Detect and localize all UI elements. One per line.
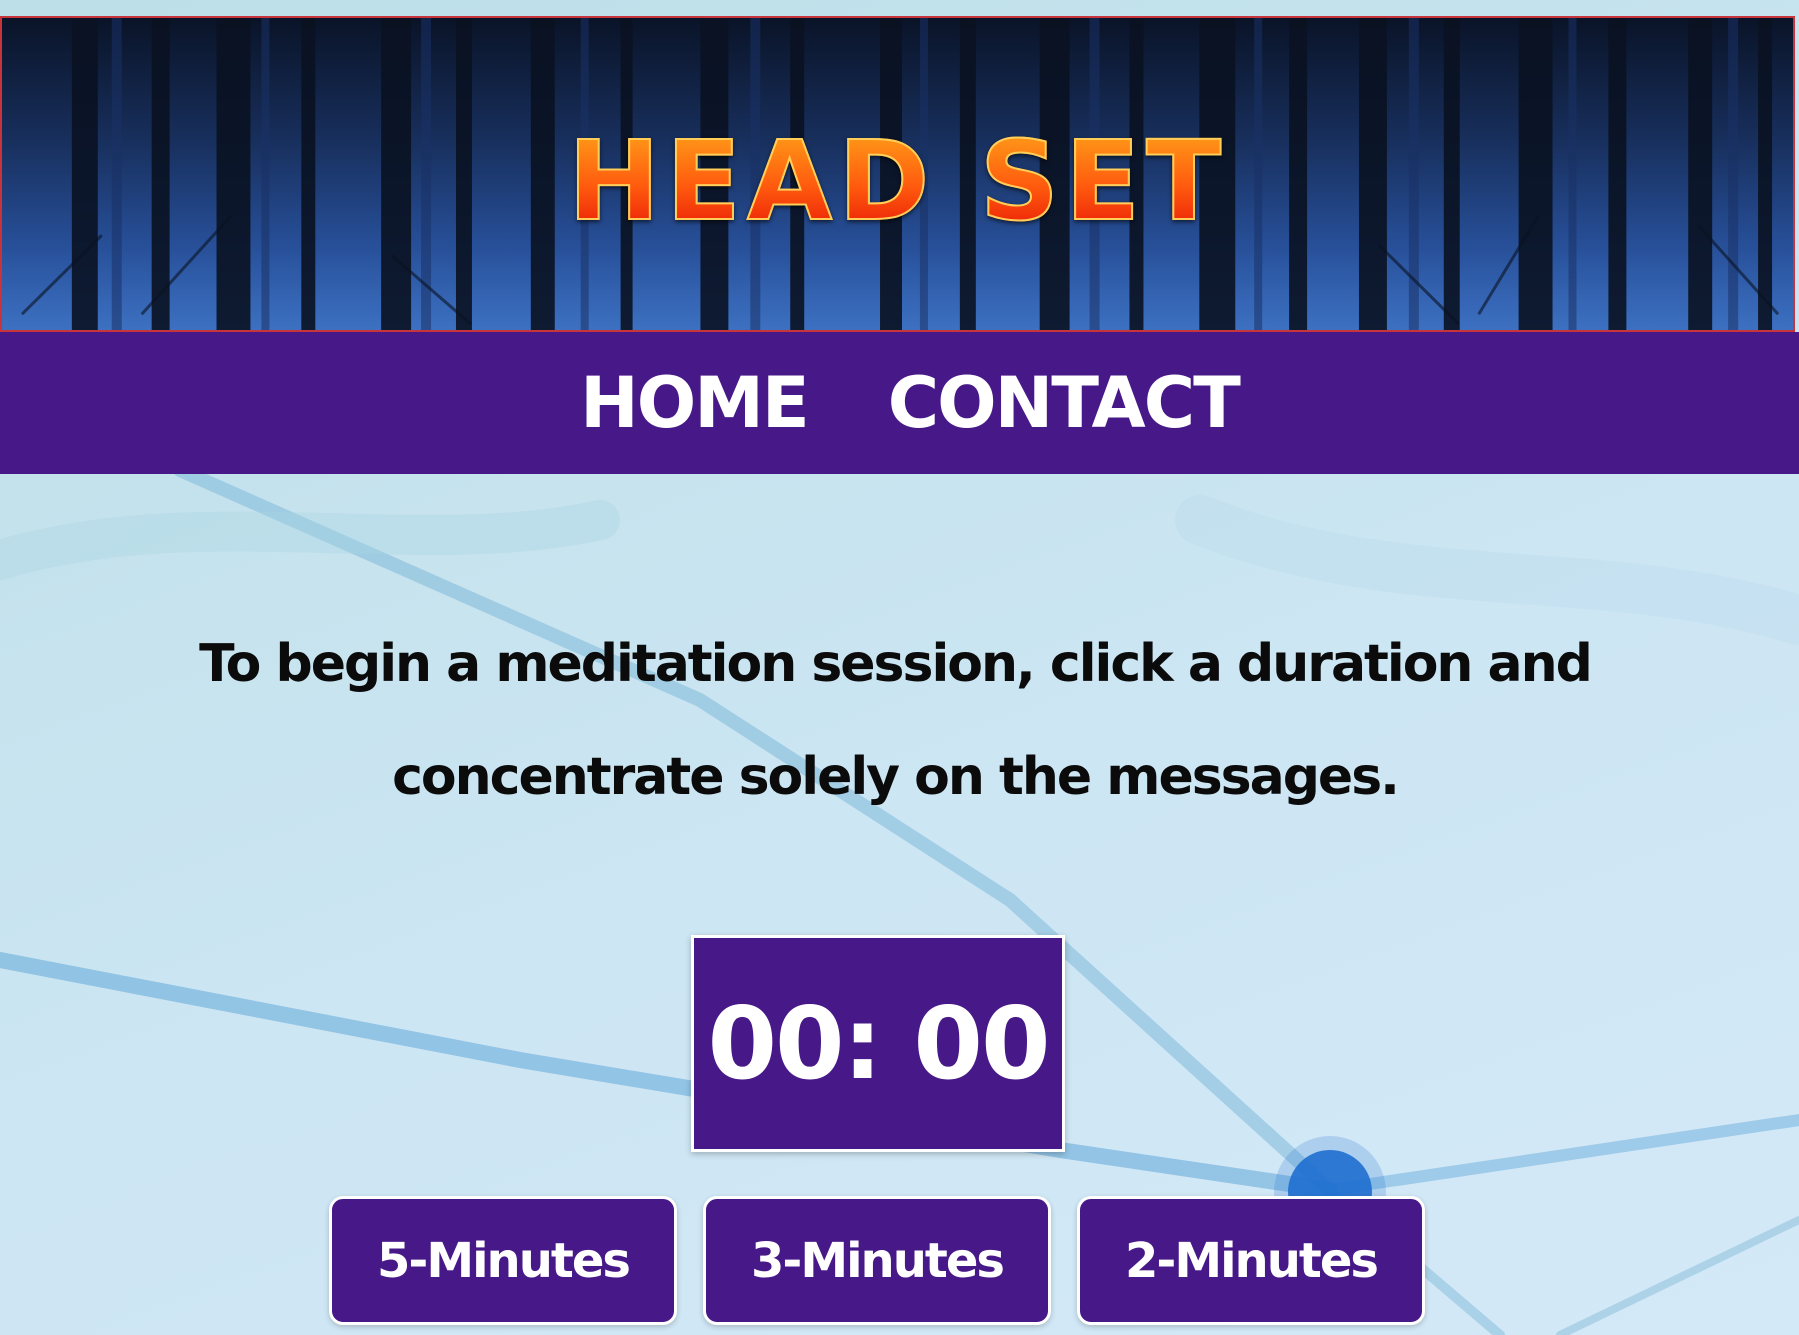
main-nav: HOME CONTACT: [0, 332, 1799, 474]
nav-home-link[interactable]: HOME: [580, 368, 810, 438]
timer-display: 00: 00: [691, 935, 1065, 1152]
meditation-instructions: To begin a meditation session, click a d…: [199, 634, 1593, 807]
three-minutes-button[interactable]: 3-Minutes: [703, 1196, 1051, 1325]
two-minutes-button[interactable]: 2-Minutes: [1077, 1196, 1425, 1325]
nav-contact-link[interactable]: CONTACT: [888, 368, 1241, 438]
site-title: HEAD SET: [2, 125, 1793, 237]
header-banner: HEAD SET: [0, 16, 1795, 332]
five-minutes-button[interactable]: 5-Minutes: [329, 1196, 677, 1325]
